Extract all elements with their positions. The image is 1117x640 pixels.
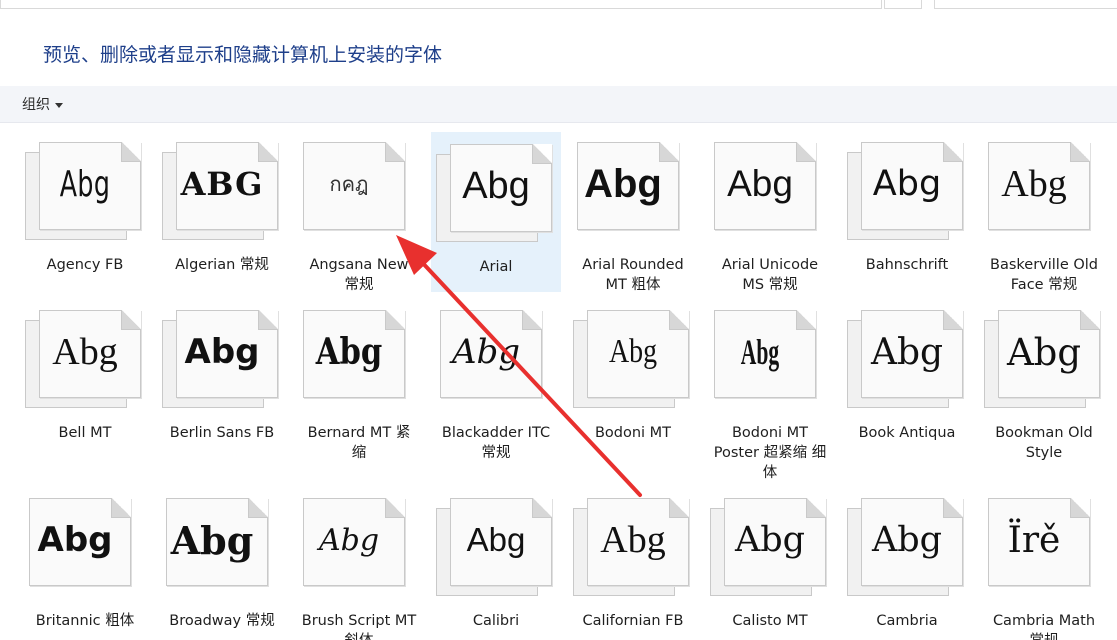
font-sample: Abg xyxy=(727,163,793,204)
font-tile-bodoni-mt[interactable]: Abg Bodoni MT xyxy=(568,298,698,458)
search-box[interactable] xyxy=(934,0,1117,9)
font-name: Berlin Sans FB xyxy=(169,425,275,441)
font-sample: Ïrě xyxy=(1007,519,1061,561)
font-tile-britannic[interactable]: Abg Britannic 粗体 xyxy=(20,486,150,640)
font-tile-cambria[interactable]: Abg Cambria xyxy=(842,486,972,640)
font-sample: Abg xyxy=(1001,163,1067,205)
font-grid: Abg Agency FB ABG Algerian 常规 กคฎ Angsan… xyxy=(0,130,1117,640)
font-tile-bodoni-poster[interactable]: Abg Bodoni MT Poster 超紧缩 细体 xyxy=(705,298,835,481)
font-name: Book Antiqua xyxy=(858,425,956,441)
font-name: Bodoni MT Poster 超紧缩 细体 xyxy=(713,425,827,481)
font-tile-calibri[interactable]: Abg Calibri xyxy=(431,486,561,640)
font-tile-arial-unicode[interactable]: Abg Arial Unicode MS 常规 xyxy=(705,130,835,293)
font-tile-blackadder[interactable]: Abg Blackadder ITC 常规 xyxy=(431,298,561,461)
font-name: Bernard MT 紧缩 xyxy=(307,425,411,461)
font-name: Brush Script MT 斜体 xyxy=(301,613,417,640)
font-sample: Abg xyxy=(466,521,526,558)
font-sample: Abg xyxy=(871,520,943,560)
font-sample: Abg xyxy=(734,520,806,560)
font-name: Blackadder ITC 常规 xyxy=(441,425,551,461)
chevron-down-icon xyxy=(55,102,63,108)
font-name: Britannic 粗体 xyxy=(35,613,135,629)
font-tile-bernard-mt[interactable]: Abg Bernard MT 紧缩 xyxy=(294,298,424,461)
font-name: Bodoni MT xyxy=(594,425,672,441)
font-sample: Abg xyxy=(462,164,530,207)
font-sample: Abg xyxy=(584,161,662,206)
font-name: Baskerville Old Face 常规 xyxy=(990,257,1098,293)
font-sample: Abg xyxy=(184,332,260,372)
font-tile-cambria-math[interactable]: Ïrě Cambria Math 常规 xyxy=(979,486,1109,640)
page-title: 预览、删除或者显示和隐藏计算机上安装的字体 xyxy=(43,44,443,66)
font-tile-agency-fb[interactable]: Abg Agency FB xyxy=(20,130,150,290)
font-sample: กคฎ xyxy=(329,172,369,196)
font-tile-broadway[interactable]: Abg Broadway 常规 xyxy=(157,486,287,640)
font-sample: Abg xyxy=(52,331,118,373)
font-name: Bell MT xyxy=(58,425,112,441)
font-name: Bahnschrift xyxy=(865,257,949,273)
font-sample: Abg xyxy=(600,519,666,561)
font-name: Calibri xyxy=(472,613,520,629)
font-name: Arial Rounded MT 粗体 xyxy=(582,257,684,293)
font-tile-baskerville[interactable]: Abg Baskerville Old Face 常规 xyxy=(979,130,1109,293)
font-sample: Abg xyxy=(170,517,254,563)
font-name: Cambria xyxy=(876,613,938,629)
font-tile-book-antiqua[interactable]: Abg Book Antiqua xyxy=(842,298,972,458)
address-bar[interactable] xyxy=(0,0,882,9)
font-sample: Abg xyxy=(451,332,521,372)
font-tile-bookman[interactable]: Abg Bookman Old Style xyxy=(979,298,1109,461)
font-sample: Abg xyxy=(1006,330,1082,374)
top-bar xyxy=(0,0,1117,10)
font-name: Broadway 常规 xyxy=(169,613,275,629)
command-bar: 组织 xyxy=(0,86,1117,123)
font-tile-bell-mt[interactable]: Abg Bell MT xyxy=(20,298,150,458)
font-sample: ABG xyxy=(180,165,264,203)
font-tile-californian[interactable]: Abg Californian FB xyxy=(568,486,698,640)
font-tile-arial-rounded[interactable]: Abg Arial Rounded MT 粗体 xyxy=(568,130,698,293)
organize-button[interactable]: 组织 xyxy=(22,94,63,114)
font-name: Calisto MT xyxy=(732,613,808,629)
font-name: Algerian 常规 xyxy=(175,257,269,273)
refresh-button[interactable] xyxy=(884,0,922,9)
font-sample: Abg xyxy=(608,333,658,370)
font-tile-brush-script[interactable]: Abg Brush Script MT 斜体 xyxy=(294,486,424,640)
font-tile-angsana-new[interactable]: กคฎ Angsana New 常规 xyxy=(294,130,424,293)
font-tile-algerian[interactable]: ABG Algerian 常规 xyxy=(157,130,287,290)
font-sample: Abg xyxy=(740,332,780,372)
font-name: Californian FB xyxy=(582,613,684,629)
font-tile-calisto[interactable]: Abg Calisto MT xyxy=(705,486,835,640)
font-sample: Abg xyxy=(318,522,380,558)
font-sample: Abg xyxy=(870,331,944,373)
font-sample: Abg xyxy=(59,163,111,205)
font-name: Angsana New 常规 xyxy=(309,257,409,293)
font-sample: Abg xyxy=(315,331,383,373)
font-name: Agency FB xyxy=(46,257,124,273)
font-sample: Abg xyxy=(872,164,942,204)
font-name: Bookman Old Style xyxy=(995,425,1093,461)
organize-label: 组织 xyxy=(22,97,50,113)
font-name: Arial xyxy=(479,259,513,275)
font-name: Cambria Math 常规 xyxy=(992,613,1096,640)
font-tile-bahnschrift[interactable]: Abg Bahnschrift xyxy=(842,130,972,290)
font-tile-arial[interactable]: Abg Arial xyxy=(431,132,561,292)
font-sample: Abg xyxy=(37,520,113,560)
font-tile-berlin-sans[interactable]: Abg Berlin Sans FB xyxy=(157,298,287,458)
font-name: Arial Unicode MS 常规 xyxy=(721,257,819,293)
